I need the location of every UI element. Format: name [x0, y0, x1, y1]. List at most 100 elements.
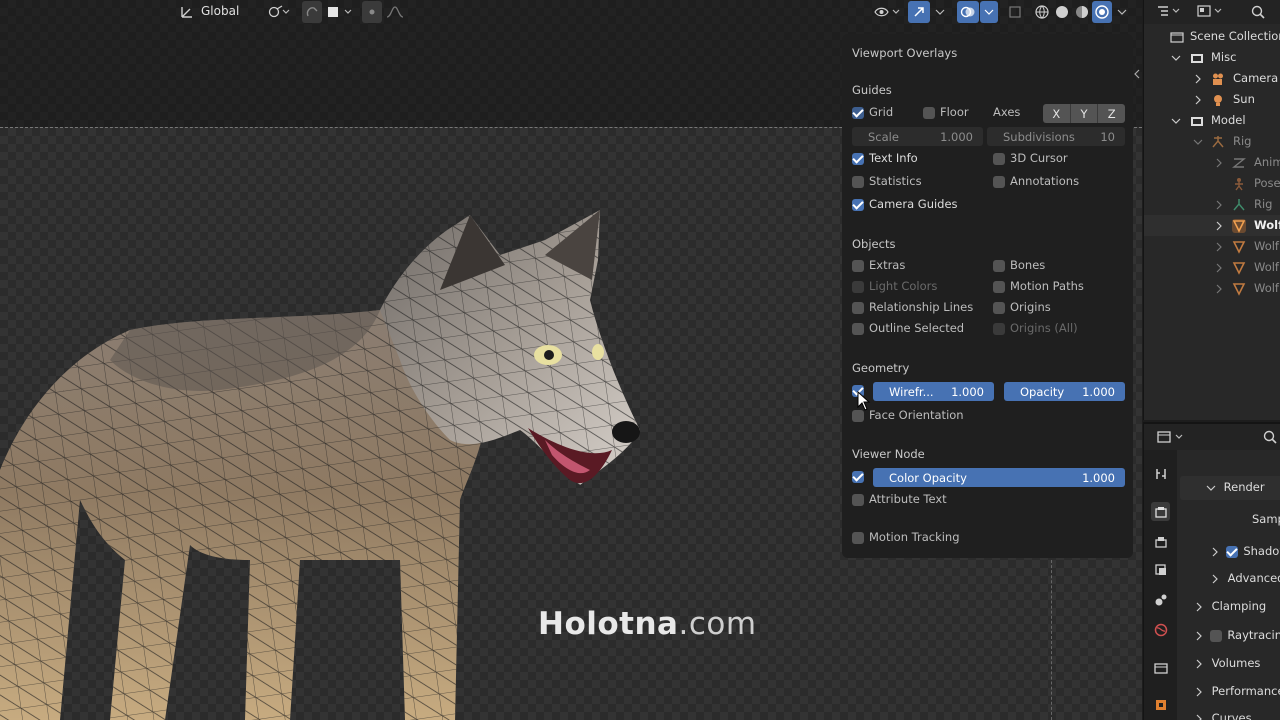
falloff-icon[interactable]	[384, 1, 406, 23]
wolf-model[interactable]	[0, 200, 660, 720]
chevron-down-icon[interactable]	[1171, 52, 1181, 62]
outliner-item-anim[interactable]: Anim	[1144, 152, 1280, 173]
opacity-value: 1.000	[1082, 384, 1115, 399]
annotations-checkbox[interactable]	[993, 176, 1005, 188]
performance-panel-header[interactable]: Performance	[1194, 684, 1280, 698]
scale-field[interactable]: Scale 1.000	[852, 127, 983, 146]
light-colors-checkbox[interactable]	[852, 281, 864, 293]
outliner-item-wolf[interactable]: Wolf	[1144, 278, 1280, 299]
motion-paths-checkbox[interactable]	[993, 281, 1005, 293]
snap-icon[interactable]	[302, 1, 322, 23]
render-tab-icon[interactable]	[1151, 502, 1170, 521]
overlays-dropdown-icon[interactable]	[980, 1, 998, 23]
tool-tab-icon[interactable]	[1151, 464, 1170, 483]
transform-orientation-icon[interactable]	[178, 1, 196, 23]
statistics-checkbox[interactable]	[852, 176, 864, 188]
subdivisions-field[interactable]: Subdivisions 10	[987, 127, 1125, 146]
editor-type-icon[interactable]	[1156, 430, 1186, 447]
chevron-right-icon[interactable]	[1214, 220, 1224, 231]
raytracing-panel-header[interactable]: Raytracing	[1194, 628, 1280, 642]
overlays-icon[interactable]	[957, 1, 979, 23]
motion-tracking-checkbox[interactable]	[852, 532, 864, 544]
search-icon[interactable]	[1262, 429, 1278, 448]
outliner-item-scene-collection[interactable]: Scene Collection	[1144, 26, 1280, 47]
relationship-lines-checkbox[interactable]	[852, 302, 864, 314]
solid-shading-icon[interactable]	[1052, 1, 1072, 23]
chevron-right-icon[interactable]	[1214, 241, 1224, 252]
axis-y-toggle[interactable]: Y	[1070, 104, 1099, 123]
chevron-right-icon[interactable]	[1193, 73, 1203, 84]
outliner-item-camera[interactable]: Camera	[1144, 68, 1280, 89]
proportional-editing-icon[interactable]	[362, 1, 382, 23]
material-preview-icon[interactable]	[1072, 1, 1092, 23]
pivot-point-icon[interactable]	[266, 1, 292, 23]
gizmo-icon[interactable]	[908, 1, 930, 23]
outliner-item-wolf[interactable]: Wolf	[1144, 257, 1280, 278]
object-tab-icon[interactable]	[1151, 695, 1170, 714]
advanced-panel-header[interactable]: Advanced	[1210, 571, 1280, 585]
chevron-right-icon	[1196, 659, 1202, 668]
rendered-shading-icon[interactable]	[1092, 1, 1112, 23]
axis-z-toggle[interactable]: Z	[1098, 104, 1126, 123]
outliner-item-misc[interactable]: Misc	[1144, 47, 1280, 68]
shadows-panel-header[interactable]: Shadow	[1210, 544, 1280, 558]
sidebar-toggle-icon[interactable]	[1133, 68, 1141, 83]
volumes-panel-header[interactable]: Volumes	[1194, 656, 1260, 670]
outliner-item-wolf-selected[interactable]: Wolf	[1144, 215, 1280, 236]
shading-dropdown-icon[interactable]	[1114, 1, 1130, 23]
chevron-right-icon[interactable]	[1214, 262, 1224, 273]
color-opacity-slider[interactable]: Color Opacity 1.000	[873, 468, 1125, 487]
wireframe-opacity-slider[interactable]: Opacity 1.000	[1004, 382, 1125, 401]
floor-checkbox[interactable]	[923, 107, 935, 119]
display-mode-icon[interactable]	[1196, 4, 1224, 21]
chevron-down-icon[interactable]	[1193, 136, 1203, 146]
origins-checkbox[interactable]	[993, 302, 1005, 314]
wireframe-slider[interactable]: Wirefr... 1.000	[873, 382, 994, 401]
chevron-down-icon[interactable]	[1171, 115, 1181, 125]
search-icon[interactable]	[1250, 4, 1266, 23]
gizmo-dropdown-icon[interactable]	[932, 1, 948, 23]
transform-orientation-dropdown[interactable]: Global	[201, 4, 239, 18]
scene-tab-icon[interactable]	[1151, 590, 1170, 609]
outliner-item-rig[interactable]: Rig	[1144, 131, 1280, 152]
3d-cursor-checkbox[interactable]	[993, 153, 1005, 165]
grid-checkbox[interactable]	[852, 107, 864, 119]
chevron-right-icon[interactable]	[1214, 199, 1224, 210]
attribute-text-checkbox[interactable]	[852, 494, 864, 506]
clamping-panel-header[interactable]: Clamping	[1194, 599, 1266, 613]
chevron-right-icon[interactable]	[1214, 283, 1224, 294]
world-tab-icon[interactable]	[1151, 620, 1170, 639]
raytracing-checkbox[interactable]	[1209, 629, 1222, 642]
extras-checkbox[interactable]	[852, 260, 864, 272]
camera-guides-checkbox[interactable]	[852, 199, 864, 211]
outliner-item-label: Sun	[1233, 92, 1255, 106]
outliner-item-wolf[interactable]: Wolf	[1144, 236, 1280, 257]
visibility-icon[interactable]	[872, 1, 902, 23]
outliner-item-pose[interactable]: Pose	[1144, 173, 1280, 194]
render-panel-header[interactable]: Render	[1206, 480, 1265, 494]
view-layer-tab-icon[interactable]	[1151, 560, 1170, 579]
pose-icon	[1232, 177, 1246, 191]
text-info-checkbox[interactable]	[852, 153, 864, 165]
chevron-right-icon[interactable]	[1214, 157, 1224, 168]
outliner-item-sun[interactable]: Sun	[1144, 89, 1280, 110]
shadows-checkbox[interactable]	[1225, 545, 1238, 558]
output-tab-icon[interactable]	[1151, 532, 1170, 551]
outliner-item-rig-data[interactable]: Rig	[1144, 194, 1280, 215]
xray-icon[interactable]	[1005, 1, 1025, 23]
color-opacity-checkbox[interactable]	[852, 471, 864, 483]
outline-selected-checkbox[interactable]	[852, 323, 864, 335]
chevron-right-icon[interactable]	[1193, 94, 1203, 105]
bones-checkbox[interactable]	[993, 260, 1005, 272]
outliner-item-model[interactable]: Model	[1144, 110, 1280, 131]
wireframe-shading-icon[interactable]	[1032, 1, 1052, 23]
axis-x-toggle[interactable]: X	[1043, 104, 1071, 123]
origins-all-checkbox[interactable]	[993, 323, 1005, 335]
outliner-item-label: Wolf	[1254, 260, 1279, 274]
chevron-right-icon	[1212, 574, 1218, 583]
curves-panel-header[interactable]: Curves	[1194, 711, 1252, 720]
snap-target-icon[interactable]	[324, 1, 354, 23]
collection-tab-icon[interactable]	[1151, 658, 1170, 677]
editor-type-icon[interactable]	[1156, 4, 1182, 21]
scene-collection-icon	[1170, 30, 1184, 44]
